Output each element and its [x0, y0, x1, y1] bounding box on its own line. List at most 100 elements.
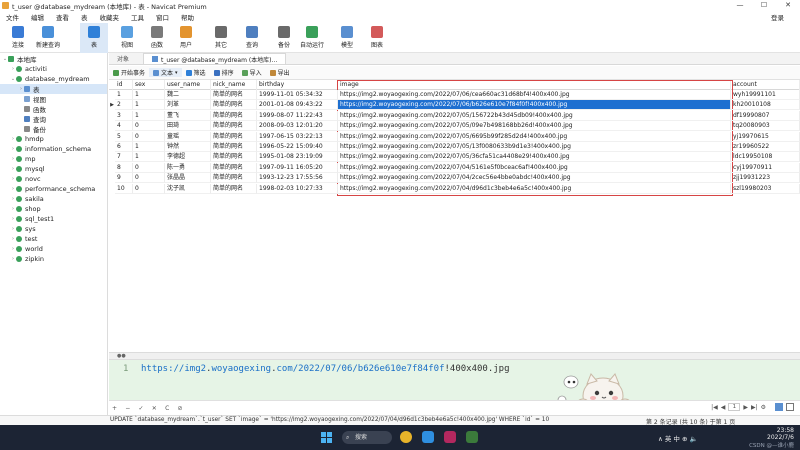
table-row[interactable]: 4 0 田琦 简单的网名 2008-09-03 12:01:20 https://img2… [109, 121, 800, 132]
table-cell-nick-name[interactable]: 简单的网名 [211, 90, 257, 100]
table-cell-sex[interactable]: 1 [133, 142, 165, 152]
tree-item[interactable]: › sakila [0, 194, 107, 204]
column-header-sex[interactable]: sex [133, 80, 165, 90]
tree-item[interactable]: ⌄ database_mydream [0, 74, 107, 84]
table-row[interactable]: 5 0 童瑶 简单的网名 1997-06-15 03:22:13 https://img2… [109, 131, 800, 142]
begin-transaction-button[interactable]: 开始事务 [109, 68, 149, 77]
table-cell-id[interactable]: 10 [115, 183, 133, 194]
table-cell-sex[interactable]: 1 [133, 90, 165, 100]
apply-changes-button[interactable]: ✓ [136, 405, 147, 412]
table-cell-account[interactable]: df19990807 [731, 110, 800, 121]
navicat-taskbar-icon[interactable] [466, 431, 478, 443]
tree-item[interactable]: ⌄ 本地库 [0, 54, 107, 64]
table-cell-image[interactable]: https://img2.woyaogexing.com/2022/07/05/… [338, 110, 731, 121]
table-cell-id[interactable]: 9 [115, 173, 133, 184]
toolbar-auto-run-button[interactable]: 自动运行 [298, 23, 326, 53]
table-cell-birthday[interactable]: 1999-08-07 11:22:43 [257, 110, 338, 121]
chrome-taskbar-icon[interactable] [400, 431, 412, 443]
menu-edit[interactable]: 编辑 [25, 12, 50, 22]
table-cell-image[interactable]: https://img2.woyaogexing.com/2022/07/05/… [338, 121, 731, 132]
table-cell-user-name[interactable]: 童瑶 [165, 131, 211, 142]
table-cell-nick-name[interactable]: 简单的网名 [211, 121, 257, 132]
system-tray[interactable]: ∧ 英 中 ⊕ 🔈 [658, 433, 698, 443]
table-cell-account[interactable]: wyh19991101 [731, 90, 800, 100]
tree-item[interactable]: 视图 [0, 94, 107, 104]
table-cell-id[interactable]: 4 [115, 121, 133, 132]
tree-item[interactable]: 查询 [0, 114, 107, 124]
menu-tools[interactable]: 工具 [125, 12, 150, 22]
table-cell-user-name[interactable]: 张晶晶 [165, 173, 211, 184]
table-cell-image[interactable]: https://img2.woyaogexing.com/2022/07/04/… [338, 173, 731, 184]
table-cell-user-name[interactable]: 魏二 [165, 90, 211, 100]
column-header-user-name[interactable]: user_name [165, 80, 211, 90]
toolbar-query-button[interactable]: 查询 [238, 23, 266, 53]
maximize-button[interactable]: ☐ [752, 0, 776, 11]
table-cell-id[interactable]: 8 [115, 162, 133, 173]
toolbar-model-button[interactable]: 模型 [333, 23, 361, 53]
table-cell-user-name[interactable]: 董飞 [165, 110, 211, 121]
table-cell-birthday[interactable]: 1997-06-15 03:22:13 [257, 131, 338, 142]
tree-item[interactable]: › novc [0, 174, 107, 184]
column-header-id[interactable]: id [115, 80, 133, 90]
tree-item[interactable]: › shop [0, 204, 107, 214]
table-cell-image[interactable]: https://img2.woyaogexing.com/2022/07/05/… [338, 152, 731, 163]
table-cell-image[interactable]: https://img2.woyaogexing.com/2022/07/05/… [338, 131, 731, 142]
table-cell-account[interactable]: zjj19931223 [731, 173, 800, 184]
table-cell-account[interactable]: tq20080903 [731, 121, 800, 132]
table-cell-account[interactable]: ldc19950108 [731, 152, 800, 163]
table-cell-account[interactable]: zr19960522 [731, 142, 800, 152]
table-cell-account[interactable]: cyj19970911 [731, 162, 800, 173]
add-record-button[interactable]: + [109, 405, 120, 412]
table-cell-user-name[interactable]: 田琦 [165, 121, 211, 132]
tree-item[interactable]: 函数 [0, 104, 107, 114]
toolbar-plug-button[interactable]: 连接 [4, 23, 32, 53]
tree-item[interactable]: › test [0, 234, 107, 244]
table-cell-account[interactable]: yj19970615 [731, 131, 800, 142]
menu-help[interactable]: 帮助 [175, 12, 200, 22]
column-header-nick-name[interactable]: nick_name [211, 80, 257, 90]
table-cell-nick-name[interactable]: 简单的网名 [211, 110, 257, 121]
table-cell-birthday[interactable]: 1999-11-01 05:34:32 [257, 90, 338, 100]
table-row[interactable]: 8 0 陈一勇 简单的网名 1997-09-11 16:05:20 https://img… [109, 162, 800, 173]
column-header-birthday[interactable]: birthday [257, 80, 338, 90]
tree-item[interactable]: › information_schema [0, 144, 107, 154]
column-header-image[interactable]: image [338, 80, 731, 90]
table-cell-sex[interactable]: 0 [133, 162, 165, 173]
login-link[interactable]: 登录 [771, 12, 784, 22]
table-row[interactable]: 7 1 李德超 简单的网名 1995-01-08 23:19:09 https://img… [109, 152, 800, 163]
export-button[interactable]: 导出 [266, 68, 294, 77]
tree-item[interactable]: › performance_schema [0, 184, 107, 194]
menu-file[interactable]: 文件 [0, 12, 25, 22]
toolbar-backup-button[interactable]: 备份 [270, 23, 298, 53]
toolbar-table-button[interactable]: 表 [80, 23, 108, 53]
table-cell-id[interactable]: 6 [115, 142, 133, 152]
clock[interactable]: 23:58 2022/7/6 [767, 427, 794, 441]
table-cell-birthday[interactable]: 2001-01-08 09:43:22 [257, 100, 338, 111]
table-cell-image[interactable]: https://img2.woyaogexing.com/2022/07/04/… [338, 162, 731, 173]
table-row[interactable]: 6 1 钟然 简单的网名 1996-05-22 15:09:40 https://img2… [109, 142, 800, 152]
table-cell-id[interactable]: 2 [115, 100, 133, 111]
windows-start-icon[interactable] [321, 432, 332, 443]
refresh-button[interactable]: C [162, 405, 172, 412]
sort-button[interactable]: 排序 [210, 68, 238, 77]
delete-record-button[interactable]: − [122, 405, 133, 412]
next-page-button[interactable]: ▶ [743, 404, 748, 411]
table-cell-user-name[interactable]: 李德超 [165, 152, 211, 163]
table-row[interactable]: 1 1 魏二 简单的网名 1999-11-01 05:34:32 https://img2… [109, 90, 800, 100]
table-cell-image[interactable]: https://img2.woyaogexing.com/2022/07/06/… [338, 90, 731, 100]
tree-item[interactable]: 备份 [0, 124, 107, 134]
table-cell-nick-name[interactable]: 简单的网名 [211, 183, 257, 194]
table-cell-image[interactable]: https://img2.woyaogexing.com/2022/07/06/… [338, 100, 731, 111]
table-cell-nick-name[interactable]: 简单的网名 [211, 131, 257, 142]
toolbar-new-query-button[interactable]: 新建查询 [34, 23, 62, 53]
table-cell-user-name[interactable]: 沈子凯 [165, 183, 211, 194]
table-cell-nick-name[interactable]: 简单的网名 [211, 100, 257, 111]
table-cell-birthday[interactable]: 1998-02-03 10:27:33 [257, 183, 338, 194]
page-settings-button[interactable]: ⚙ [761, 404, 766, 411]
grid-view-icon[interactable] [775, 403, 783, 411]
table-cell-sex[interactable]: 0 [133, 121, 165, 132]
form-view-icon[interactable] [786, 403, 794, 411]
toolbar-user-button[interactable]: 用户 [172, 23, 200, 53]
toolbar-function-button[interactable]: 函数 [143, 23, 171, 53]
prev-page-button[interactable]: ◀ [721, 404, 726, 411]
